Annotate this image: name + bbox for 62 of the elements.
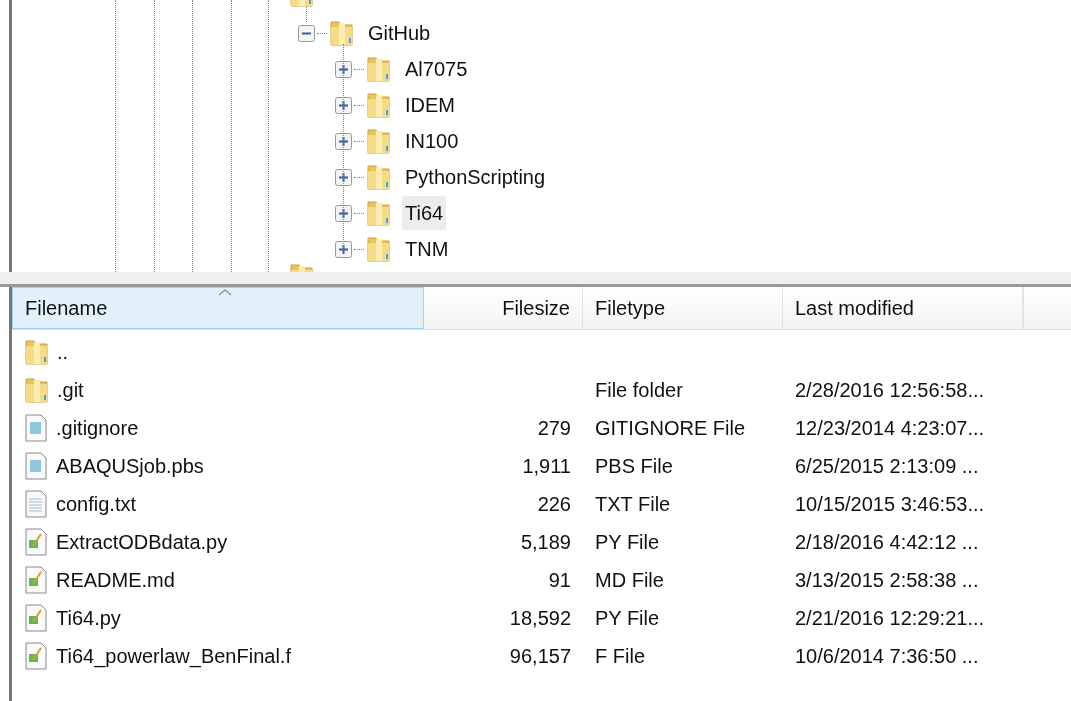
file-type: GITIGNORE File: [595, 416, 745, 441]
file-icon: [24, 414, 48, 442]
folder-icon: [24, 338, 49, 366]
file-modified: 2/18/2016 4:42:12 ...: [795, 530, 979, 555]
file-name[interactable]: ABAQUSjob.pbs: [56, 451, 204, 481]
file-size: 279: [537, 416, 571, 441]
file-modified: 12/23/2014 4:23:07...: [795, 416, 985, 441]
file-type: TXT File: [595, 492, 671, 517]
file-icon: [24, 642, 48, 670]
file-size: 226: [537, 492, 571, 517]
file-modified: 2/21/2016 12:29:21...: [795, 606, 985, 631]
file-name[interactable]: Ti64_powerlaw_BenFinal.f: [56, 641, 291, 671]
file-name[interactable]: README.md: [56, 565, 175, 595]
folder-icon: [366, 55, 391, 83]
folder-icon: [329, 19, 354, 47]
file-modified: 10/6/2014 7:36:50 ...: [795, 644, 979, 669]
file-size: 18,592: [509, 606, 571, 631]
file-size: 1,911: [522, 454, 571, 479]
file-icon: [24, 604, 48, 632]
collapse-icon[interactable]: [298, 24, 315, 42]
file-type: MD File: [595, 568, 664, 593]
folder-icon: [366, 163, 391, 191]
column-header[interactable]: Filename: [12, 287, 424, 329]
sort-ascending-icon: [218, 289, 232, 296]
file-name[interactable]: .git: [57, 375, 84, 405]
folder-label[interactable]: PythonScripting: [402, 160, 549, 194]
expand-icon[interactable]: [335, 240, 352, 258]
file-modified: 2/28/2016 12:56:58...: [795, 378, 985, 403]
file-type: PY File: [595, 530, 660, 555]
file-type: F File: [595, 644, 645, 669]
file-modified: 3/13/2015 2:58:38 ...: [795, 568, 979, 593]
column-header[interactable]: Last modified: [783, 287, 1023, 329]
file-size: 5,189: [520, 530, 571, 555]
file-name[interactable]: ExtractODBdata.py: [56, 527, 228, 557]
file-name[interactable]: .gitignore: [56, 413, 139, 443]
folder-label[interactable]: IDEM: [402, 88, 458, 122]
folder-icon: [366, 235, 391, 263]
file-modified: 10/15/2015 3:46:53...: [795, 492, 985, 517]
folder-icon: [366, 127, 391, 155]
file-icon: [24, 528, 48, 556]
folder-icon: [366, 91, 391, 119]
column-header[interactable]: Filetype: [583, 287, 783, 329]
folder-label[interactable]: Al7075: [402, 52, 471, 86]
file-type: File folder: [595, 378, 683, 403]
file-modified: 6/25/2015 2:13:09 ...: [795, 454, 979, 479]
folder-label[interactable]: Ti64: [402, 196, 447, 230]
folder-label[interactable]: GitHub: [365, 16, 434, 50]
file-type: PY File: [595, 606, 660, 631]
file-type: PBS File: [595, 454, 673, 479]
file-icon: [24, 452, 48, 480]
folder-label[interactable]: IN100: [402, 124, 462, 158]
file-size: 96,157: [509, 644, 571, 669]
file-name[interactable]: ..: [57, 337, 69, 367]
column-header[interactable]: Filesize: [424, 287, 583, 329]
folder-icon: [24, 376, 49, 404]
file-icon: [24, 566, 48, 594]
file-size: 91: [548, 568, 571, 593]
folder-icon: [366, 199, 391, 227]
file-icon: [24, 490, 48, 518]
file-name[interactable]: config.txt: [56, 489, 137, 519]
folder-label[interactable]: TNM: [402, 232, 452, 266]
file-name[interactable]: Ti64.py: [56, 603, 121, 633]
